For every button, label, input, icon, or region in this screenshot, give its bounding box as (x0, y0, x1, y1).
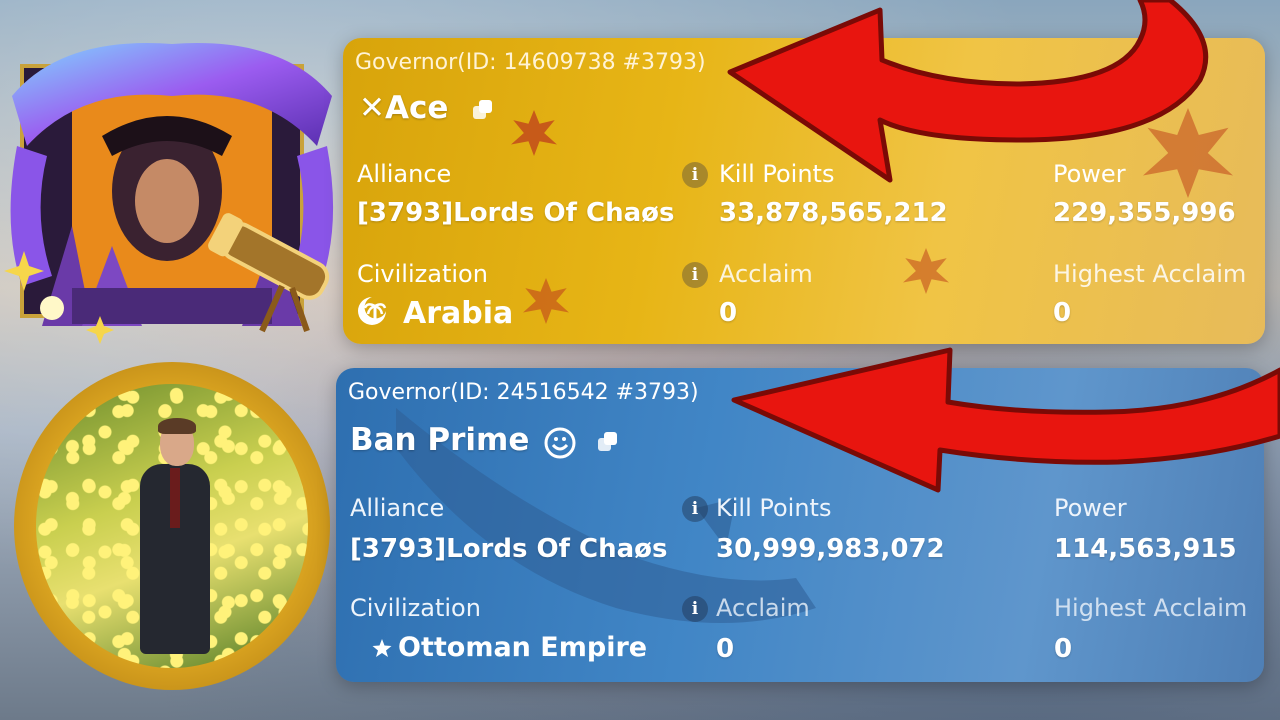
man-hair (158, 418, 196, 434)
highest-acclaim-value: 0 (1054, 634, 1073, 664)
avatar-1[interactable] (2, 26, 342, 346)
ornate-portrait-frame-icon (4, 43, 334, 344)
copy-icon[interactable] (473, 100, 493, 120)
highest-acclaim-label: Highest Acclaim (1053, 260, 1247, 288)
info-icon[interactable]: i (682, 262, 708, 288)
power-value: 229,355,996 (1053, 198, 1236, 228)
crescent-star-icon (347, 632, 392, 662)
info-icon[interactable]: i (682, 496, 708, 522)
alliance-label: Alliance (350, 494, 445, 522)
highest-acclaim-value: 0 (1053, 298, 1072, 328)
acclaim-label: Acclaim (716, 594, 810, 622)
governor-id: Governor(ID: 24516542 #3793) (348, 380, 699, 405)
info-icon[interactable]: i (682, 162, 708, 188)
civilization-label: Civilization (350, 594, 481, 622)
governor-name: Ban Prime (350, 422, 530, 458)
info-icon[interactable]: i (682, 596, 708, 622)
red-arrow-bottom-icon (731, 347, 1280, 493)
governor-id: Governor(ID: 14609738 #3793) (355, 50, 706, 75)
kill-points-value: 30,999,983,072 (716, 534, 945, 564)
avatar-photo (36, 384, 308, 668)
maple-leaf-decoration (523, 278, 569, 324)
acclaim-value: 0 (716, 634, 735, 664)
copy-icon[interactable] (598, 432, 618, 452)
civilization-value: Ottoman Empire (398, 632, 648, 663)
kill-points-value: 33,878,565,212 (719, 198, 948, 228)
acclaim-label: Acclaim (719, 260, 813, 288)
smile-emblem-icon (544, 427, 576, 459)
alliance-value[interactable]: [3793]Lords Of Chaøs (357, 198, 674, 228)
acclaim-value: 0 (719, 298, 738, 328)
alliance-label: Alliance (357, 160, 452, 188)
maple-leaf-decoration (511, 110, 557, 156)
avatar-2[interactable] (14, 362, 330, 690)
governor-name: ✕Ace (359, 90, 449, 126)
alliance-value[interactable]: [3793]Lords Of Chaøs (350, 534, 667, 564)
red-arrow-top-icon (727, 0, 1209, 183)
civilization-label: Civilization (357, 260, 488, 288)
power-value: 114,563,915 (1054, 534, 1237, 564)
maple-leaf-decoration (903, 248, 949, 294)
palm-crescent-icon (358, 297, 387, 325)
highest-acclaim-label: Highest Acclaim (1054, 594, 1248, 622)
civilization-value: Arabia (403, 296, 514, 331)
man-tie (170, 468, 180, 528)
